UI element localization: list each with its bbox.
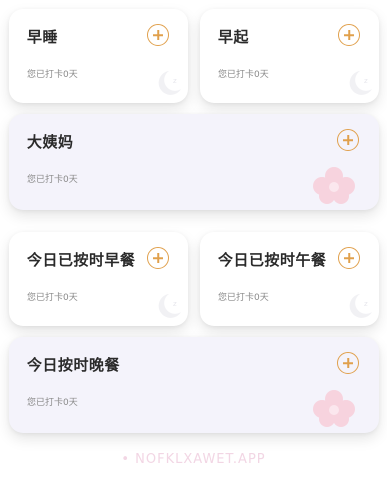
habit-title: 大姨妈 bbox=[27, 133, 74, 151]
moon-icon: z bbox=[349, 71, 372, 95]
moon-icon: z bbox=[158, 71, 181, 95]
svg-text:z: z bbox=[364, 300, 368, 308]
add-checkin-button[interactable] bbox=[338, 247, 360, 269]
add-checkin-button[interactable] bbox=[147, 247, 169, 269]
habit-title: 今日按时晚餐 bbox=[27, 356, 121, 374]
svg-text:z: z bbox=[173, 300, 177, 308]
svg-text:z: z bbox=[364, 77, 368, 85]
add-checkin-button[interactable] bbox=[337, 352, 359, 374]
moon-icon: z bbox=[158, 294, 181, 318]
habit-title: 今日已按时午餐 bbox=[218, 251, 327, 269]
habit-title: 今日已按时早餐 bbox=[27, 251, 136, 269]
flower-icon bbox=[313, 167, 355, 204]
checkin-count: 您已打卡0天 bbox=[27, 398, 78, 408]
habit-card-period[interactable]: 大姨妈 您已打卡0天 bbox=[9, 114, 379, 210]
add-checkin-button[interactable] bbox=[147, 24, 169, 46]
checkin-count: 您已打卡0天 bbox=[27, 293, 78, 303]
habit-title: 早睡 bbox=[27, 28, 59, 46]
moon-icon: z bbox=[349, 294, 372, 318]
add-checkin-button[interactable] bbox=[338, 24, 360, 46]
habit-title: 早起 bbox=[218, 28, 250, 46]
checkin-count: 您已打卡0天 bbox=[218, 70, 269, 80]
flower-icon bbox=[313, 390, 355, 427]
svg-text:z: z bbox=[173, 77, 177, 85]
checkin-count: 您已打卡0天 bbox=[27, 70, 78, 80]
habit-card-early-rise[interactable]: 早起 您已打卡0天 z bbox=[200, 9, 379, 103]
checkin-count: 您已打卡0天 bbox=[27, 175, 78, 185]
habit-card-lunch[interactable]: 今日已按时午餐 您已打卡0天 z bbox=[200, 232, 379, 326]
habit-card-breakfast[interactable]: 今日已按时早餐 您已打卡0天 z bbox=[9, 232, 188, 326]
habit-card-early-sleep[interactable]: 早睡 您已打卡0天 z bbox=[9, 9, 188, 103]
habit-card-dinner[interactable]: 今日按时晚餐 您已打卡0天 bbox=[9, 337, 379, 433]
add-checkin-button[interactable] bbox=[337, 129, 359, 151]
watermark: • NOFKLXAWET.APP bbox=[121, 452, 266, 467]
checkin-count: 您已打卡0天 bbox=[218, 293, 269, 303]
